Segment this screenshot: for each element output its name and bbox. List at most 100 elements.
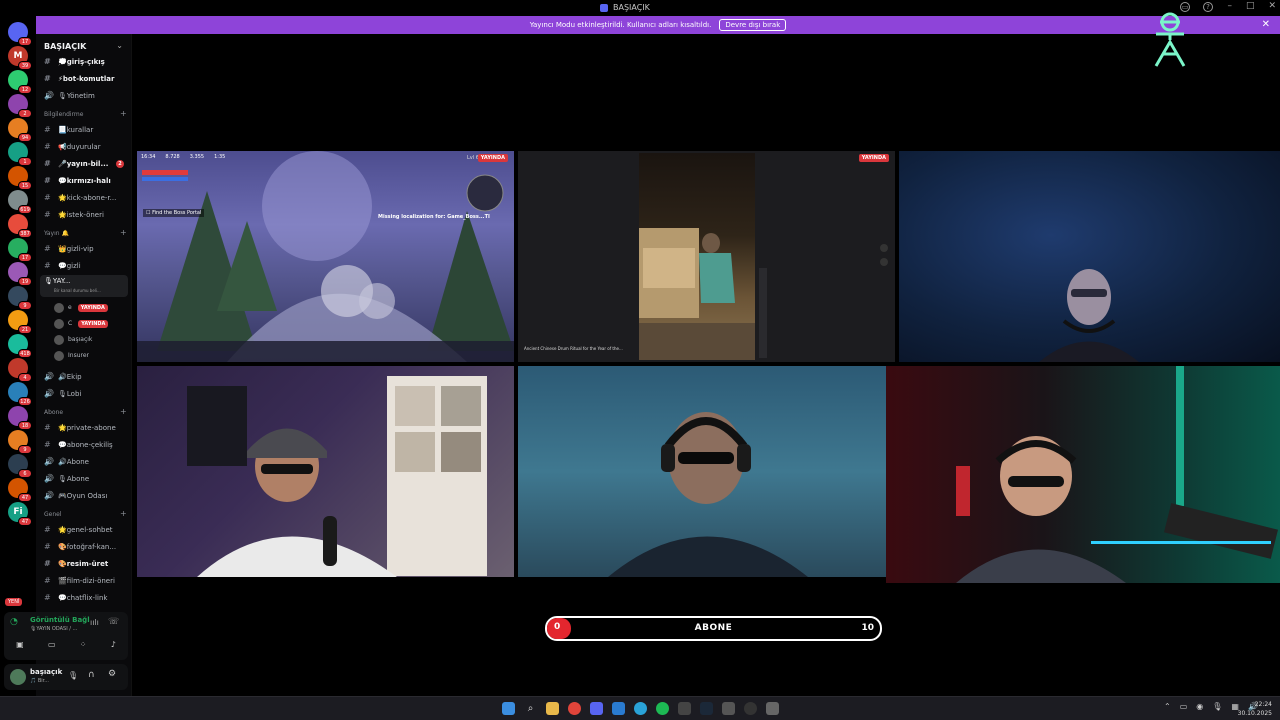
stream-tile-camera-1[interactable] — [899, 151, 1280, 362]
server-icon[interactable]: 1 — [8, 142, 32, 166]
headphones-icon[interactable]: ∩ — [88, 670, 95, 680]
scroll-up-button[interactable] — [880, 244, 888, 252]
server-icon[interactable]: 17 — [8, 22, 32, 46]
app-tray-icon[interactable]: ◉ — [1196, 702, 1203, 711]
obs-icon[interactable] — [744, 702, 757, 715]
stream-tile-browser[interactable]: Ancient Chinese Drum Ritual for the Year… — [518, 151, 895, 362]
text-channel[interactable]: # 🎨fotoğraf-kan... — [44, 539, 128, 555]
steam-icon[interactable] — [700, 702, 713, 715]
server-icon[interactable]: 9 — [8, 286, 32, 310]
chrome-icon[interactable] — [568, 702, 581, 715]
voice-user[interactable]: başıaçık — [54, 333, 92, 347]
text-channel[interactable]: # ⚡bot-komutlar — [44, 71, 128, 87]
add-channel-icon[interactable]: + — [120, 509, 127, 518]
camera-button[interactable]: ▣ — [16, 640, 24, 649]
stream-tile-camera-4[interactable] — [886, 366, 1280, 583]
app-icon[interactable] — [612, 702, 625, 715]
text-channel[interactable]: # 🌟private-abone — [44, 420, 128, 436]
voice-channel-name[interactable]: 🎙YAYIN ODASI / ... — [30, 626, 77, 632]
spotify-icon[interactable] — [656, 702, 669, 715]
app-icon[interactable] — [766, 702, 779, 715]
add-channel-icon[interactable]: + — [120, 407, 127, 416]
server-icon[interactable]: 19 — [8, 262, 32, 286]
server-icon[interactable]: 9 — [8, 430, 32, 454]
stream-tile-game[interactable]: 16:34 8.728 3.355 1:35 ☐ Find the Boss P… — [137, 151, 514, 362]
server-icon[interactable]: M 39 — [8, 46, 32, 70]
scroll-down-button[interactable] — [880, 258, 888, 266]
app-tray-icon[interactable]: ▭ — [1180, 702, 1188, 711]
server-icon[interactable]: 15 — [8, 166, 32, 190]
text-channel[interactable]: # 🎤yayın-bil... 2 — [44, 156, 128, 172]
voice-user[interactable]: e YAYINDA — [54, 301, 108, 315]
text-channel[interactable]: # 💬chatflix-link — [44, 590, 128, 606]
server-icon[interactable]: 619 — [8, 190, 32, 214]
server-name[interactable]: BAŞIAÇIK — [44, 42, 86, 51]
maximize-button[interactable]: □ — [1246, 1, 1255, 11]
clock[interactable]: 22:24 30.10.2025 — [1238, 700, 1272, 718]
text-channel[interactable]: # 💬abone-çekiliş — [44, 437, 128, 453]
server-icon[interactable]: 4 — [8, 358, 32, 382]
add-channel-icon[interactable]: + — [120, 109, 127, 118]
text-channel[interactable]: # 📢duyurular — [44, 139, 128, 155]
voice-user[interactable]: C YAYINDA — [54, 317, 109, 331]
disable-streamer-mode-button[interactable]: Devre dışı bırak — [719, 19, 787, 31]
server-icon[interactable]: 18 — [8, 406, 32, 430]
server-icon[interactable]: 126 — [8, 382, 32, 406]
text-channel[interactable]: # 🌟kick-abone-r... — [44, 190, 128, 206]
voice-channel[interactable]: 🔊 🎙Yönetim — [44, 88, 128, 104]
text-channel[interactable]: # 🎬film-dizi-öneri — [44, 573, 128, 589]
microphone-icon[interactable]: 🎙 — [1212, 702, 1222, 711]
channel-category[interactable]: Genel + — [44, 509, 127, 518]
active-voice-channel[interactable]: 🎙YAY... Bir kanal durumu beli... — [40, 275, 128, 297]
app-icon[interactable] — [722, 702, 735, 715]
server-icon[interactable]: 17 — [8, 238, 32, 262]
minimize-button[interactable]: – — [1227, 1, 1232, 11]
server-icon[interactable]: 2 — [8, 94, 32, 118]
chevron-up-icon[interactable]: ⌃ — [1164, 702, 1171, 711]
server-icon[interactable]: 6 — [8, 454, 32, 478]
start-button[interactable] — [502, 702, 515, 715]
xbox-icon[interactable] — [678, 702, 691, 715]
stream-tile-camera-3[interactable] — [518, 366, 886, 577]
soundboard-button[interactable]: ♪ — [111, 640, 116, 649]
server-icon[interactable]: 47 — [8, 478, 32, 502]
avatar[interactable] — [10, 669, 26, 685]
banner-close-icon[interactable]: ✕ — [1262, 19, 1270, 30]
server-icon[interactable]: 387 — [8, 214, 32, 238]
voice-user[interactable]: Insurer — [54, 349, 89, 363]
help-icon[interactable]: ? — [1203, 2, 1213, 12]
text-channel[interactable]: # 👑gizli-vip — [44, 241, 128, 257]
server-icon[interactable]: 418 — [8, 334, 32, 358]
voice-channel[interactable]: 🔊 🎙Abone — [44, 471, 128, 487]
text-channel[interactable]: # 🌟istek-öneri — [44, 207, 128, 223]
noise-suppression-icon[interactable]: ıılı — [90, 618, 99, 627]
file-explorer-icon[interactable] — [546, 702, 559, 715]
disconnect-icon[interactable]: ☏ — [108, 617, 119, 627]
voice-channel[interactable]: 🔊 🎙Lobi — [44, 386, 128, 402]
server-icon[interactable]: 21 — [8, 310, 32, 334]
text-channel[interactable]: # 🎨resim-üret — [44, 556, 128, 572]
server-icon[interactable]: Fi 47 — [8, 502, 32, 526]
activities-button[interactable]: ⁘ — [80, 640, 87, 649]
stream-tile-camera-2[interactable] — [137, 366, 514, 577]
text-channel[interactable]: # 💭giriş-çıkış — [44, 54, 128, 70]
telegram-icon[interactable] — [634, 702, 647, 715]
text-channel[interactable]: # 💬kırmızı-halı — [44, 173, 128, 189]
text-channel[interactable]: # 📃kurallar — [44, 122, 128, 138]
channel-category[interactable]: Bilgilendirme + — [44, 109, 127, 118]
server-icon[interactable]: 12 — [8, 70, 32, 94]
voice-channel[interactable]: 🔊 🔊Ekip — [44, 369, 128, 385]
text-channel[interactable]: # 🌟genel-sohbet — [44, 522, 128, 538]
search-icon[interactable]: ⌕ — [524, 702, 537, 715]
screen-share-button[interactable]: ▭ — [48, 640, 56, 649]
voice-channel[interactable]: 🔊 🎮Oyun Odası — [44, 488, 128, 504]
text-channel[interactable]: # 💬gizli — [44, 258, 128, 274]
close-window-button[interactable]: ✕ — [1268, 1, 1276, 11]
settings-gear-icon[interactable]: ⚙ — [108, 669, 116, 679]
microphone-icon[interactable]: 🎙 — [68, 671, 78, 680]
discord-icon[interactable] — [590, 702, 603, 715]
channel-category[interactable]: Abone + — [44, 407, 127, 416]
chevron-down-icon[interactable]: ⌄ — [116, 41, 123, 50]
add-channel-icon[interactable]: + — [120, 228, 127, 237]
channel-category[interactable]: Yayın 🔔 + — [44, 228, 127, 237]
